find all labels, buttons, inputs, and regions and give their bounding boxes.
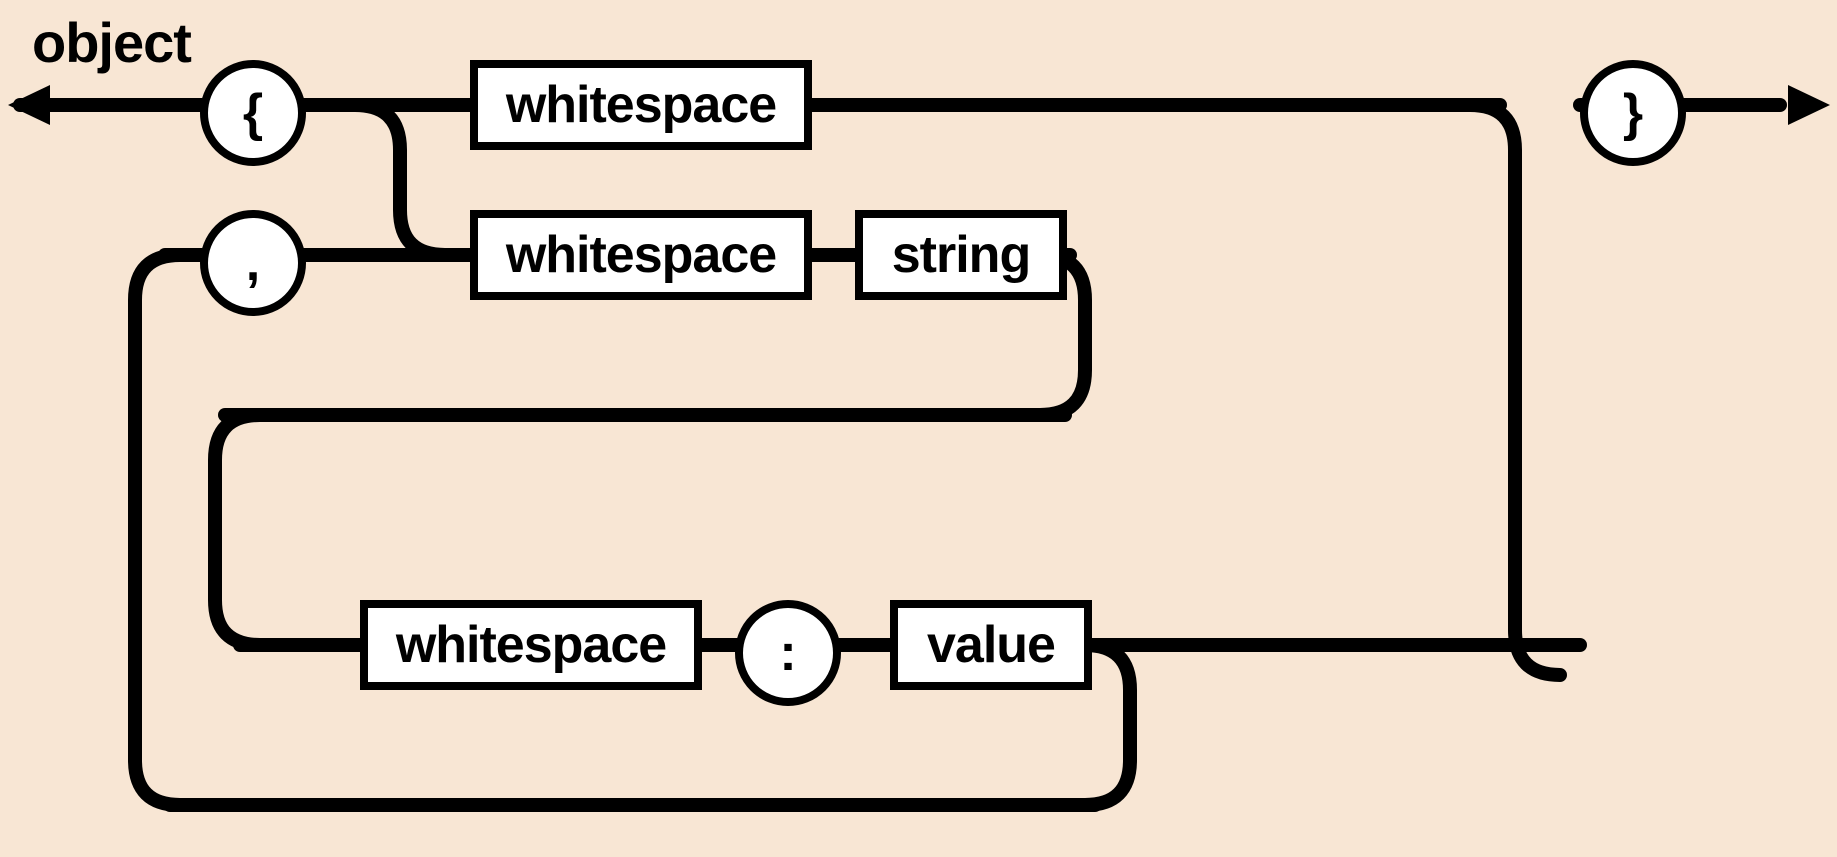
terminal-comma: ,	[200, 210, 306, 316]
terminal-close-brace: }	[1580, 60, 1686, 166]
nonterminal-whitespace-3: whitespace	[360, 600, 702, 690]
terminal-colon: :	[735, 600, 841, 706]
nonterminal-string: string	[855, 210, 1067, 300]
railroad-diagram: object { } whitespace , whitespace strin…	[0, 0, 1837, 857]
terminal-open-brace: {	[200, 60, 306, 166]
diagram-title: object	[32, 10, 191, 75]
nonterminal-value: value	[890, 600, 1092, 690]
nonterminal-whitespace-1: whitespace	[470, 60, 812, 150]
nonterminal-whitespace-2: whitespace	[470, 210, 812, 300]
